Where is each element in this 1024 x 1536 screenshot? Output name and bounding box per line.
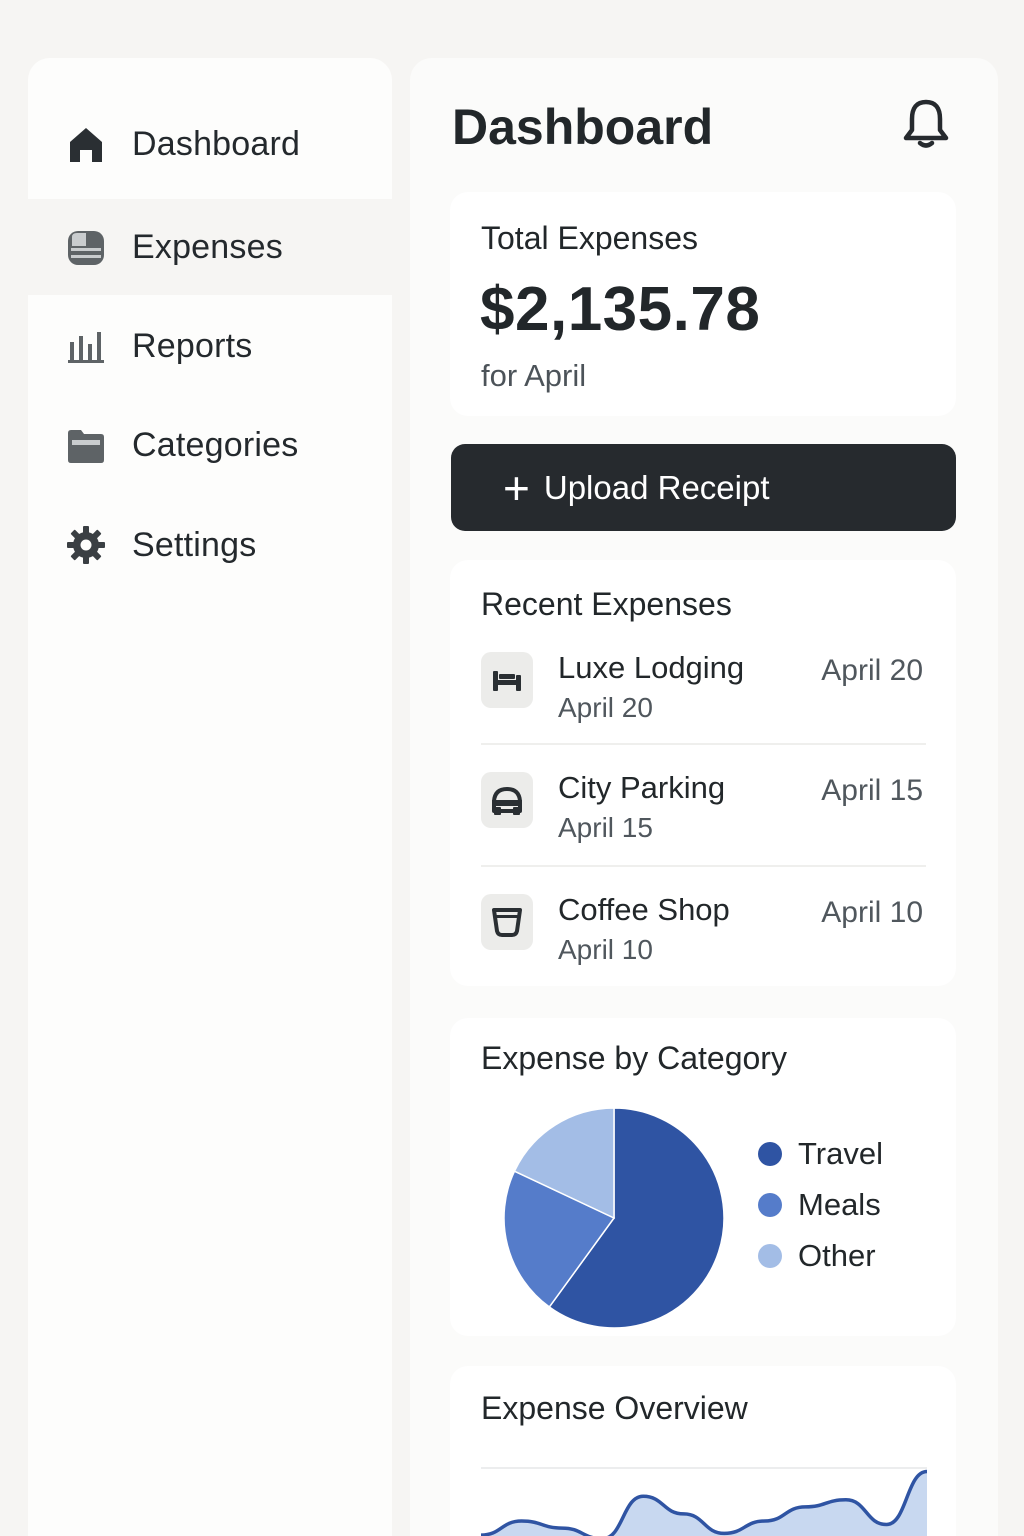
legend-dot-meals <box>758 1193 782 1217</box>
total-expenses-period: for April <box>481 358 587 393</box>
sidebar-item-dashboard[interactable]: Dashboard <box>28 96 392 192</box>
row-divider <box>481 865 926 867</box>
expense-date: April 20 <box>558 692 653 723</box>
sidebar-item-label: Categories <box>132 425 299 464</box>
legend-label: Travel <box>798 1136 883 1171</box>
home-icon <box>66 124 106 164</box>
app-root: Dashboard Expenses Reports Categories Se… <box>0 0 1024 1536</box>
expense-row-luxe-lodging[interactable]: Luxe Lodging April 20 April 20 <box>481 646 926 766</box>
car-icon <box>481 772 533 828</box>
upload-receipt-button[interactable]: + Upload Receipt <box>451 444 956 531</box>
legend-dot-travel <box>758 1142 782 1166</box>
expense-name: City Parking <box>558 770 726 805</box>
total-expenses-label: Total Expenses <box>481 220 699 256</box>
sidebar-item-label: Reports <box>132 326 253 365</box>
sidebar: Dashboard Expenses Reports Categories Se… <box>28 58 392 1536</box>
cup-icon <box>481 894 533 950</box>
legend-item-meals: Meals <box>758 1187 881 1223</box>
total-expenses-card: Total Expenses $2,135.78 for April <box>450 192 956 416</box>
legend-label: Other <box>798 1238 876 1273</box>
plus-icon: + <box>503 461 530 514</box>
main-panel: Dashboard Total Expenses $2,135.78 for A… <box>410 58 998 1536</box>
expense-right-date: April 10 <box>821 896 923 929</box>
sidebar-item-reports[interactable]: Reports <box>28 298 392 394</box>
legend-dot-other <box>758 1244 782 1268</box>
receipt-icon <box>66 227 106 267</box>
gear-icon <box>66 525 106 565</box>
recent-expenses-card: Recent Expenses Luxe Lodging April 20 Ap… <box>450 560 956 986</box>
bed-icon <box>481 652 533 708</box>
sidebar-item-label: Settings <box>132 525 257 564</box>
sidebar-item-label: Dashboard <box>132 124 301 163</box>
sidebar-item-expenses[interactable]: Expenses <box>28 199 392 295</box>
total-expenses-amount: $2,135.78 <box>480 275 761 344</box>
expense-overview-title: Expense Overview <box>481 1390 748 1426</box>
expense-by-category-title: Expense by Category <box>481 1040 787 1076</box>
area-chart <box>481 1467 927 1536</box>
legend-item-other: Other <box>758 1238 876 1274</box>
legend-item-travel: Travel <box>758 1136 883 1172</box>
sidebar-item-label: Expenses <box>132 227 283 266</box>
bell-icon[interactable] <box>898 96 954 152</box>
expense-right-date: April 15 <box>821 774 923 807</box>
page-title: Dashboard <box>452 99 714 155</box>
expense-row-city-parking[interactable]: City Parking April 15 April 15 <box>481 766 926 886</box>
expense-date: April 15 <box>558 812 653 843</box>
pie-chart <box>503 1107 725 1329</box>
row-divider <box>481 743 926 745</box>
folder-icon <box>66 425 106 465</box>
bar-chart-icon <box>66 326 106 366</box>
sidebar-item-categories[interactable]: Categories <box>28 397 392 493</box>
legend-label: Meals <box>798 1187 881 1222</box>
upload-receipt-label: Upload Receipt <box>543 468 770 506</box>
expense-name: Coffee Shop <box>558 892 730 927</box>
expense-date: April 10 <box>558 934 653 965</box>
expense-right-date: April 20 <box>821 654 923 687</box>
sidebar-item-settings[interactable]: Settings <box>28 497 392 593</box>
expense-row-coffee-shop[interactable]: Coffee Shop April 10 April 10 <box>481 888 926 1008</box>
recent-expenses-title: Recent Expenses <box>481 586 732 622</box>
expense-name: Luxe Lodging <box>558 650 745 685</box>
expense-overview-card: Expense Overview <box>450 1366 956 1536</box>
expense-by-category-card: Expense by Category Travel Meals Other <box>450 1018 956 1336</box>
